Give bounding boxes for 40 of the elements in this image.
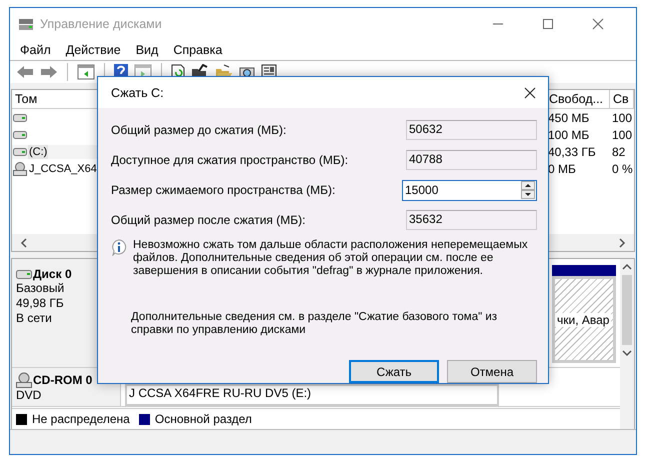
info-text: Невозможно сжать том дальше области расположения неперемещаемых файлов. Дополнительные сведения об этой операции см. после ее завершения в описании события "defrag" в журнале приложения. [133, 239, 529, 278]
field-label: Доступное для сжатия пространство (МБ): [111, 153, 348, 167]
column-header[interactable]: Св [610, 90, 634, 109]
shrink-button[interactable]: Сжать [349, 360, 439, 383]
legend-label: Основной раздел [154, 412, 252, 426]
menu-item[interactable]: Действие [66, 43, 121, 57]
disk-info: В сети [16, 311, 53, 326]
disk-name: CD-ROM 0 [33, 373, 92, 387]
table-cell-text: 82 [611, 144, 626, 158]
disk-info: 49,98 ГБ [16, 296, 65, 311]
volume-name[interactable]: J_CCSA_X64 [28, 162, 98, 176]
menu-item[interactable]: Файл [20, 43, 51, 57]
table-cell-text: 100 [611, 128, 634, 142]
menu-item[interactable]: Справка [173, 43, 222, 57]
table-cell-text: 100 [611, 110, 634, 124]
field-label: Общий размер после сжатия (МБ): [111, 213, 306, 227]
field-label: Размер сжимаемого пространства (МБ): [111, 183, 336, 197]
menu-item[interactable]: Вид [136, 43, 158, 57]
disk-name: Диск 0 [33, 267, 72, 281]
table-cell-text: 450 МБ [547, 110, 590, 124]
disk-info: Базовый [16, 281, 66, 296]
partition-label: чки, Авар [555, 312, 612, 326]
readonly-field: 50632 [406, 120, 537, 140]
window-title: Управление дисками [40, 17, 163, 31]
volume-cell[interactable]: J_CCSA_X64 [12, 162, 98, 176]
table-cell-text: 40,33 ГБ [547, 144, 597, 158]
legend-label: Не распределена [32, 412, 130, 426]
partition-label: J CCSA X64FRE RU-RU DV5 (E:) [127, 386, 314, 400]
dialog-title: Сжать C: [111, 86, 164, 100]
readonly-field: 40788 [406, 150, 537, 170]
disk-info: DVD [16, 388, 42, 403]
help-note: Дополнительные сведения см. в разделе "Сжатие базового тома" из справки по управлению дисками [130, 311, 498, 337]
number-field[interactable]: 15000 [402, 180, 537, 200]
field-label: Общий размер до сжатия (МБ): [111, 123, 286, 137]
volume-cell[interactable]: (C:) [12, 144, 98, 158]
table-cell-text: 100 МБ [547, 128, 590, 142]
volume-name[interactable]: (C:) [28, 144, 48, 158]
table-cell-text: 0 % [611, 162, 634, 176]
readonly-field: 35632 [406, 210, 537, 230]
cancel-button[interactable]: Отмена [447, 360, 537, 383]
